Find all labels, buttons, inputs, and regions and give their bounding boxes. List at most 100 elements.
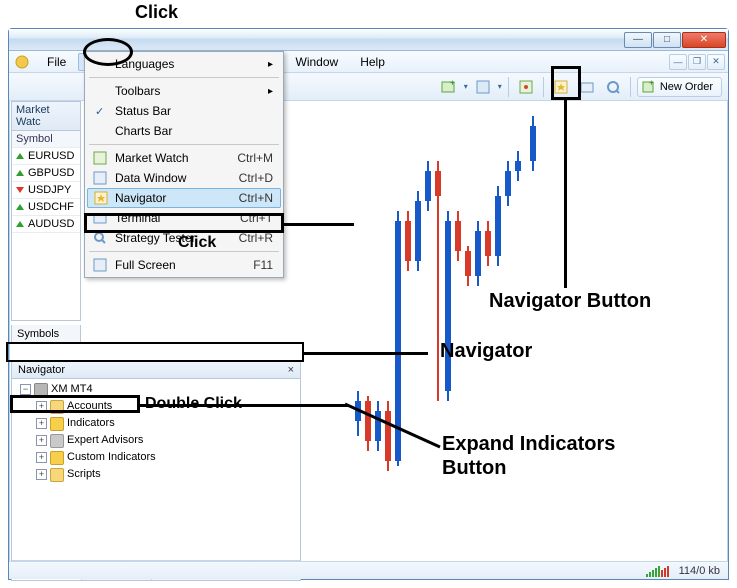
dd-full-screen-label: Full Screen xyxy=(115,258,176,272)
expand-icon[interactable]: + xyxy=(36,418,47,429)
dd-terminal-shortcut: Ctrl+T xyxy=(240,211,273,225)
func-icon xyxy=(50,451,64,465)
dd-navigator[interactable]: Navigator Ctrl+N xyxy=(87,188,281,208)
up-arrow-icon xyxy=(16,170,24,176)
mdi-close[interactable]: ✕ xyxy=(707,54,725,70)
dd-status-bar-label: Status Bar xyxy=(115,104,171,118)
mdi-controls: — ❐ ✕ xyxy=(669,54,728,70)
svg-text:+: + xyxy=(649,80,654,88)
dd-navigator-label: Navigator xyxy=(115,191,166,205)
symbol-label: USDJPY xyxy=(28,184,71,196)
tree-item-label: Indicators xyxy=(67,415,115,432)
tree-item-expert-advisors[interactable]: + Expert Advisors xyxy=(16,432,296,449)
expand-icon[interactable]: + xyxy=(36,435,47,446)
market-watch-row[interactable]: USDCHF xyxy=(12,199,80,216)
market-watch-tab-symbols[interactable]: Symbols xyxy=(11,325,81,344)
market-watch-row[interactable]: AUDUSD xyxy=(12,216,80,233)
dd-terminal-label: Terminal xyxy=(115,211,160,225)
dd-market-watch-label: Market Watch xyxy=(115,151,189,165)
tree-item-accounts[interactable]: +Accounts xyxy=(16,398,296,415)
up-arrow-icon xyxy=(16,204,24,210)
dd-data-window-label: Data Window xyxy=(115,171,186,185)
submenu-arrow-icon: ▸ xyxy=(268,59,273,70)
market-watch-row[interactable]: EURUSD xyxy=(12,148,80,165)
tb-profiles-icon[interactable] xyxy=(472,76,494,98)
symbol-label: AUDUSD xyxy=(28,218,74,230)
menu-file[interactable]: File xyxy=(37,53,76,71)
chart-canvas xyxy=(305,101,726,561)
dd-charts-bar[interactable]: Charts Bar xyxy=(87,121,281,141)
market-watch-panel: Market Watc Symbol EURUSD GBPUSD USDJPY USD… xyxy=(11,101,81,321)
symbol-label: EURUSD xyxy=(28,150,74,162)
submenu-arrow-icon: ▸ xyxy=(268,86,273,97)
expand-icon[interactable]: + xyxy=(36,469,47,480)
navigator-title-text: Navigator xyxy=(18,364,65,376)
market-watch-header: Symbol xyxy=(12,131,80,148)
dd-toolbars-label: Toolbars xyxy=(115,84,160,98)
view-menu-dropdown: Languages ▸ Toolbars ▸ Status Bar Charts… xyxy=(84,51,284,278)
tb-terminal-icon[interactable] xyxy=(576,76,598,98)
dd-data-window-shortcut: Ctrl+D xyxy=(239,171,273,185)
tb-navigator-icon[interactable] xyxy=(550,76,572,98)
tree-item-label: Custom Indicators xyxy=(67,449,156,466)
server-icon xyxy=(34,383,48,397)
expand-icon[interactable]: + xyxy=(36,452,47,463)
dd-separator xyxy=(89,144,279,145)
expand-icon[interactable]: − xyxy=(20,384,31,395)
new-order-icon: + xyxy=(642,80,656,94)
dd-status-bar[interactable]: Status Bar xyxy=(87,101,281,121)
dd-market-watch[interactable]: Market Watch Ctrl+M xyxy=(87,148,281,168)
dd-strategy-tester-shortcut: Ctrl+R xyxy=(239,231,273,245)
dd-terminal[interactable]: Terminal Ctrl+T xyxy=(87,208,281,228)
symbol-label: GBPUSD xyxy=(28,167,74,179)
expand-icon[interactable]: + xyxy=(36,401,47,412)
app-icon xyxy=(13,53,31,71)
dd-strategy-tester-label: Strategy Tester xyxy=(115,231,195,245)
chart-area[interactable] xyxy=(305,101,726,561)
mdi-minimize[interactable]: — xyxy=(669,54,687,70)
tb-market-watch-icon[interactable] xyxy=(515,76,537,98)
up-arrow-icon xyxy=(16,153,24,159)
data-window-icon xyxy=(91,169,109,187)
menu-help[interactable]: Help xyxy=(350,53,395,71)
status-speed: 114/0 kb xyxy=(679,565,720,577)
tree-item-indicators[interactable]: + Indicators xyxy=(16,415,296,432)
minimize-button[interactable]: — xyxy=(624,32,652,48)
dd-data-window[interactable]: Data Window Ctrl+D xyxy=(87,168,281,188)
strategy-tester-icon xyxy=(91,229,109,247)
tb-new-chart-icon[interactable]: + xyxy=(438,76,460,98)
market-watch-row[interactable]: USDJPY xyxy=(12,182,80,199)
market-watch-title: Market Watc xyxy=(12,102,80,131)
mdi-restore[interactable]: ❐ xyxy=(688,54,706,70)
tb-strategy-tester-icon[interactable] xyxy=(602,76,624,98)
navigator-tree: − XM MT4 +Accounts+Indicators+Expert Adv… xyxy=(12,379,300,485)
down-arrow-icon xyxy=(16,187,24,193)
tree-item-custom-indicators[interactable]: + Custom Indicators xyxy=(16,449,296,466)
full-screen-icon xyxy=(91,256,109,274)
market-watch-icon xyxy=(91,149,109,167)
folder-icon xyxy=(50,468,64,482)
tb-new-order-button[interactable]: + New Order xyxy=(637,77,722,97)
market-watch-row[interactable]: GBPUSD xyxy=(12,165,80,182)
maximize-button[interactable]: □ xyxy=(653,32,681,48)
folder-icon xyxy=(50,400,64,414)
tree-item-label: Expert Advisors xyxy=(67,432,143,449)
dd-full-screen[interactable]: Full Screen F11 xyxy=(87,255,281,275)
close-button[interactable]: ✕ xyxy=(682,32,726,48)
navigator-close-icon[interactable]: × xyxy=(288,364,294,376)
dd-full-screen-shortcut: F11 xyxy=(253,258,273,272)
dd-toolbars[interactable]: Toolbars ▸ xyxy=(87,81,281,101)
navigator-title: Navigator × xyxy=(12,362,300,379)
terminal-icon xyxy=(91,209,109,227)
dd-languages[interactable]: Languages ▸ xyxy=(87,54,281,74)
menu-window[interactable]: Window xyxy=(286,53,349,71)
up-arrow-icon xyxy=(16,221,24,227)
navigator-icon xyxy=(92,189,110,207)
tree-item-scripts[interactable]: + Scripts xyxy=(16,466,296,483)
tree-root[interactable]: − XM MT4 xyxy=(16,381,296,398)
dd-strategy-tester[interactable]: Strategy Tester Ctrl+R xyxy=(87,228,281,248)
func-icon xyxy=(50,417,64,431)
navigator-panel: Navigator × − XM MT4 +Accounts+Indicator… xyxy=(11,361,301,581)
tree-item-label: Scripts xyxy=(67,466,101,483)
tree-root-label: XM MT4 xyxy=(51,381,93,398)
